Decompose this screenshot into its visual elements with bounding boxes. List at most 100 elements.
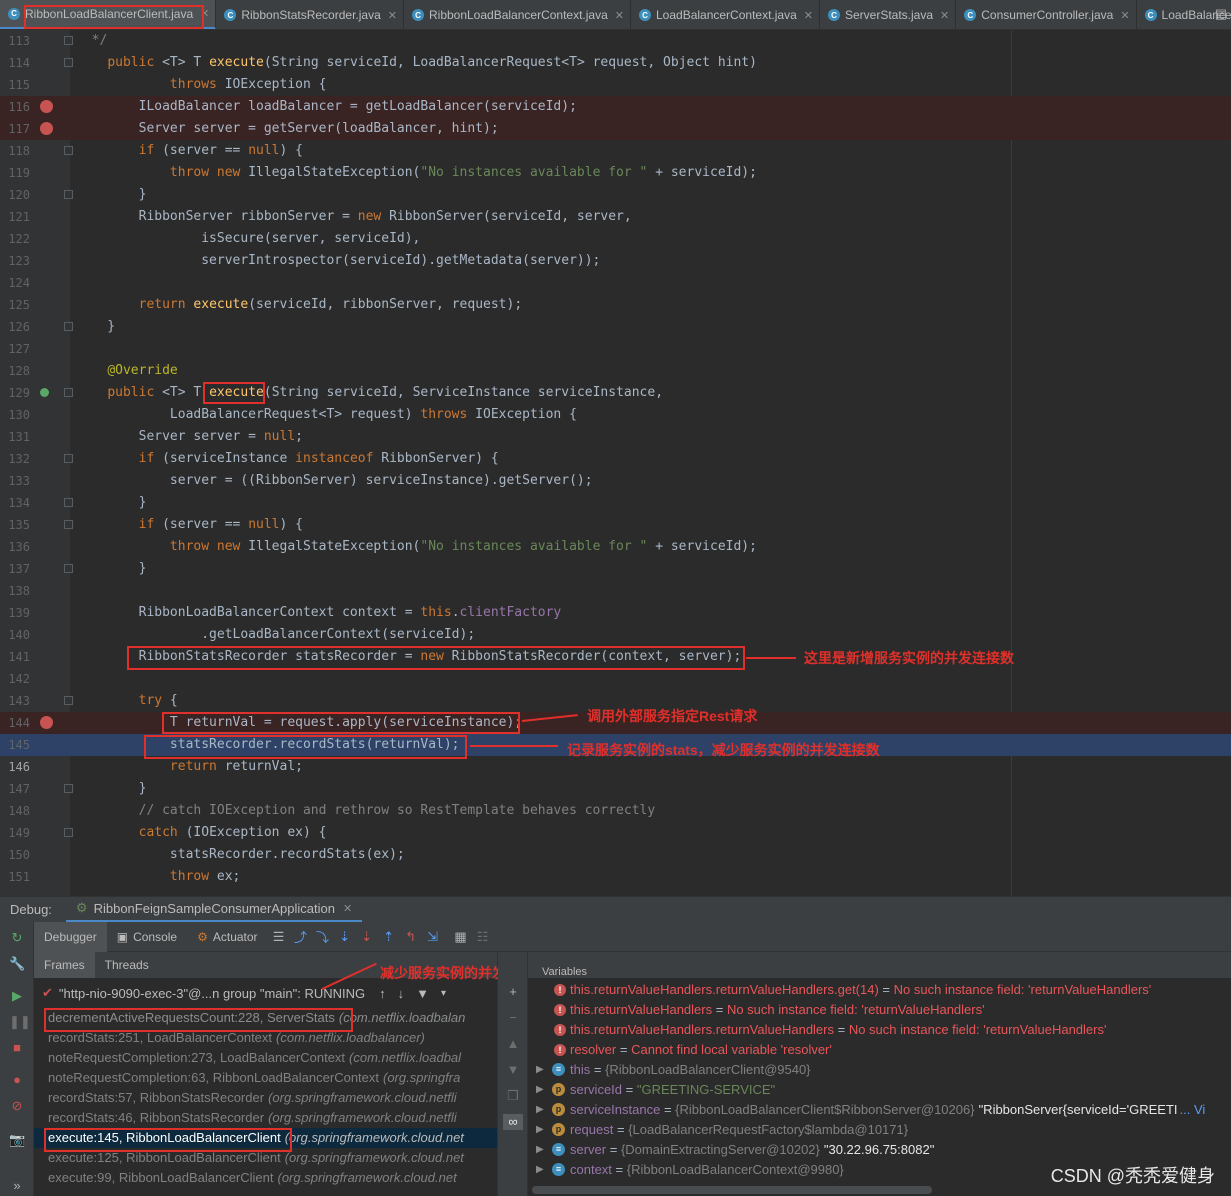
code-line[interactable]: 138 [0, 580, 1231, 602]
close-icon[interactable]: ✕ [940, 9, 949, 22]
code-line[interactable]: 118 if (server == null) { [0, 140, 1231, 162]
code-line[interactable]: 113 */ [0, 30, 1231, 52]
down-arrow-icon[interactable]: ↓ [398, 986, 405, 1001]
variables-hscrollbar[interactable] [532, 1186, 932, 1194]
breakpoint-icon[interactable] [40, 100, 53, 113]
fold-marker-icon[interactable] [64, 498, 73, 507]
line-number[interactable]: 139 [0, 602, 30, 624]
view-breakpoints-icon[interactable]: ● [9, 1072, 25, 1088]
line-number[interactable]: 144 [0, 712, 30, 734]
tab-console[interactable]: ▣ Console [107, 922, 187, 952]
fold-marker-icon[interactable] [64, 190, 73, 199]
force-step-into-icon[interactable]: ⇣ [356, 929, 378, 945]
line-number[interactable]: 133 [0, 470, 30, 492]
line-number[interactable]: 119 [0, 162, 30, 184]
step-into-icon[interactable]: ⇣ [334, 929, 356, 945]
code-line[interactable]: 139 RibbonLoadBalancerContext context = … [0, 602, 1231, 624]
line-number[interactable]: 148 [0, 800, 30, 822]
variable-row[interactable]: ▶ ≡ server = {DomainExtractingServer@10202… [528, 1140, 1231, 1160]
line-number[interactable]: 115 [0, 74, 30, 96]
step-over-icon[interactable]: ⤵ [312, 927, 334, 946]
code-editor[interactable]: 113 */114 public <T> T execute(String se… [0, 30, 1231, 896]
line-number[interactable]: 134 [0, 492, 30, 514]
line-number[interactable]: 135 [0, 514, 30, 536]
line-number[interactable]: 117 [0, 118, 30, 140]
filter-icon[interactable]: ▼ [416, 986, 429, 1001]
watch-error-row[interactable]: ! this.returnValueHandlers.returnValueHan… [528, 980, 1231, 1000]
drop-frame-icon[interactable]: ↰ [400, 929, 422, 945]
line-number[interactable]: 137 [0, 558, 30, 580]
variable-row[interactable]: ▶ p serviceInstance = {RibbonLoadBalancerC… [528, 1100, 1231, 1120]
expand-arrow-icon[interactable]: ▶ [536, 1100, 544, 1120]
view-link[interactable]: ... Vi [1180, 1102, 1206, 1117]
fold-marker-icon[interactable] [64, 454, 73, 463]
watch-error-row[interactable]: ! resolver = Cannot find local variable '… [528, 1040, 1231, 1060]
code-line[interactable]: 121 RibbonServer ribbonServer = new Ribb… [0, 206, 1231, 228]
step-out-icon[interactable]: ⇡ [378, 929, 400, 945]
fold-marker-icon[interactable] [64, 322, 73, 331]
tab-serverstats[interactable]: C ServerStats.java ✕ [820, 0, 957, 29]
line-number[interactable]: 125 [0, 294, 30, 316]
line-number[interactable]: 114 [0, 52, 30, 74]
line-number[interactable]: 116 [0, 96, 30, 118]
pause-icon[interactable]: ❚❚ [9, 1014, 31, 1030]
line-number[interactable]: 149 [0, 822, 30, 844]
line-number[interactable]: 127 [0, 338, 30, 360]
line-number[interactable]: 122 [0, 228, 30, 250]
tab-ribbonstatsrecorder[interactable]: C RibbonStatsRecorder.java ✕ [216, 0, 404, 29]
expand-arrow-icon[interactable]: ▶ [536, 1160, 544, 1180]
line-number[interactable]: 132 [0, 448, 30, 470]
close-icon[interactable]: ✕ [615, 9, 624, 22]
watch-error-row[interactable]: ! this.returnValueHandlers = No such inst… [528, 1000, 1231, 1020]
code-line[interactable]: 120 } [0, 184, 1231, 206]
stack-frame[interactable]: recordStats:46, RibbonStatsRecorder (org.… [34, 1108, 497, 1128]
line-number[interactable]: 126 [0, 316, 30, 338]
code-line[interactable]: 151 throw ex; [0, 866, 1231, 888]
move-down-icon[interactable]: ▼ [505, 1062, 521, 1078]
expand-arrow-icon[interactable]: ▶ [536, 1080, 544, 1100]
trace-icon[interactable]: ☷ [472, 929, 494, 945]
code-line[interactable]: 125 return execute(serviceId, ribbonServ… [0, 294, 1231, 316]
debug-config-tab[interactable]: ⚙ RibbonFeignSampleConsumerApplication ✕ [65, 897, 363, 923]
more-icon[interactable]: » [9, 1178, 25, 1194]
breakpoint-icon[interactable] [40, 122, 53, 135]
code-line[interactable]: 127 [0, 338, 1231, 360]
close-icon[interactable]: ✕ [388, 9, 397, 22]
mute-breakpoints-icon[interactable]: ⊘ [9, 1098, 25, 1114]
variable-row[interactable]: ▶ p request = {LoadBalancerRequestFactory$… [528, 1120, 1231, 1140]
code-line[interactable]: 130 LoadBalancerRequest<T> request) thro… [0, 404, 1231, 426]
stack-frame[interactable]: execute:99, RibbonLoadBalancerClient (org… [34, 1168, 497, 1188]
add-watch-icon[interactable]: + [505, 984, 521, 1000]
line-number[interactable]: 141 [0, 646, 30, 668]
tab-debugger[interactable]: Debugger [34, 921, 107, 952]
line-number[interactable]: 145 [0, 734, 30, 756]
watch-error-row[interactable]: ! this.returnValueHandlers.returnValueHan… [528, 1020, 1231, 1040]
variable-row[interactable]: ▶ ≡ this = {RibbonLoadBalancerClient@9540} [528, 1060, 1231, 1080]
line-number[interactable]: 120 [0, 184, 30, 206]
expand-arrow-icon[interactable]: ▶ [536, 1140, 544, 1160]
chevron-down-icon[interactable]: ▾ [441, 988, 446, 999]
tab-threads[interactable]: Threads [95, 952, 159, 978]
line-number[interactable]: 150 [0, 844, 30, 866]
code-line[interactable]: 142 [0, 668, 1231, 690]
stack-frame[interactable]: noteRequestCompletion:273, LoadBalancerC… [34, 1048, 497, 1068]
stop-icon[interactable]: ■ [9, 1040, 25, 1056]
code-line[interactable]: 119 throw new IllegalStateException("No … [0, 162, 1231, 184]
line-number[interactable]: 118 [0, 140, 30, 162]
code-line[interactable]: 147 } [0, 778, 1231, 800]
line-number[interactable]: 140 [0, 624, 30, 646]
breakpoint-icon[interactable] [40, 716, 53, 729]
fold-marker-icon[interactable] [64, 520, 73, 529]
settings-wrench-icon[interactable]: 🔧 [9, 956, 25, 972]
code-line[interactable]: 131 Server server = null; [0, 426, 1231, 448]
line-number[interactable]: 129 [0, 382, 30, 404]
code-line[interactable]: 128 @Override [0, 360, 1231, 382]
code-line[interactable]: 133 server = ((RibbonServer) serviceInst… [0, 470, 1231, 492]
stack-frame[interactable]: recordStats:57, RibbonStatsRecorder (org.… [34, 1088, 497, 1108]
fold-marker-icon[interactable] [64, 58, 73, 67]
rerun-icon[interactable]: ↻ [9, 930, 25, 946]
fold-marker-icon[interactable] [64, 784, 73, 793]
fold-marker-icon[interactable] [64, 388, 73, 397]
line-number[interactable]: 138 [0, 580, 30, 602]
show-execution-point-icon[interactable]: ⤴ [290, 927, 312, 946]
